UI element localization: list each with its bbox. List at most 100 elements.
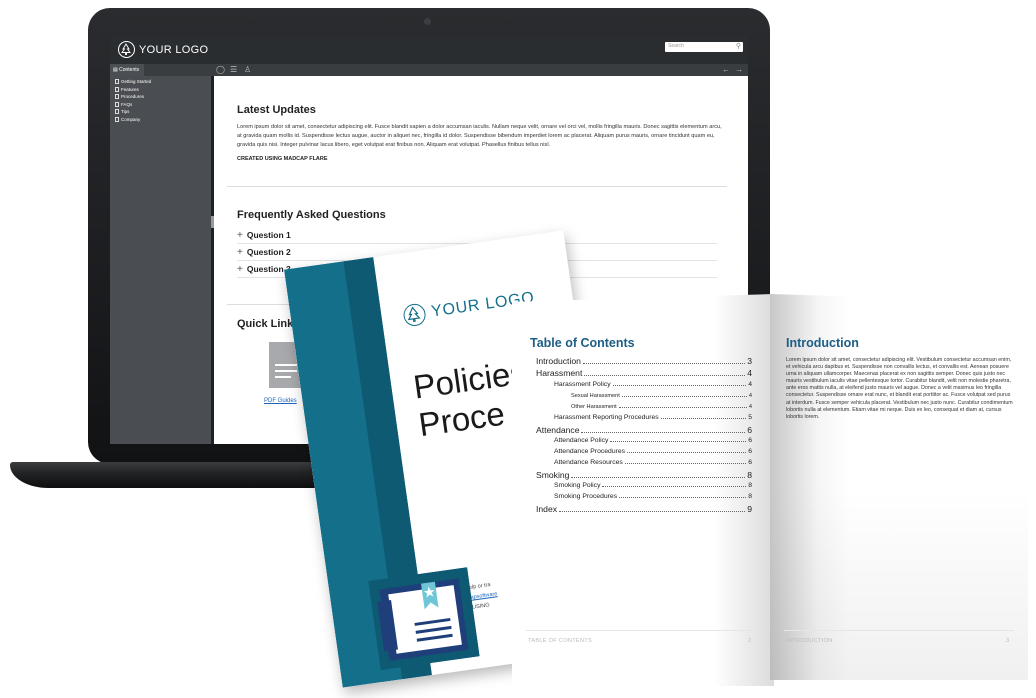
search-input[interactable]: Search ⚲ — [665, 42, 743, 52]
toc-entry-label: Harassment — [536, 368, 583, 378]
toc-entry-label: Attendance — [536, 425, 580, 435]
created-label: CREATED USING MADCAP FLARE — [237, 156, 328, 162]
toc-entry-label: Other Harassment — [571, 404, 617, 410]
toc-entry-label: Introduction — [536, 356, 581, 366]
tab-contents[interactable]: ▤ Contents — [110, 64, 144, 76]
toc-entry-page: 9 — [747, 504, 752, 514]
toc-leader — [571, 477, 746, 478]
document-icon — [115, 86, 119, 92]
plus-icon: + — [237, 263, 243, 275]
toc-entry-page: 8 — [747, 470, 752, 480]
sidebar-item-label: Getting Started — [121, 79, 152, 85]
toc-leader — [610, 441, 747, 442]
toc-entry: Index 9 — [536, 504, 752, 514]
search-placeholder: Search — [668, 43, 684, 49]
camera — [424, 18, 431, 25]
toolbar: ▤ Contents ◯ ☰ ♙ ← → — [110, 64, 748, 76]
faq-title: Frequently Asked Questions — [237, 209, 386, 221]
sidebar-item-label: Tips — [121, 109, 130, 115]
search-icon[interactable]: ⚲ — [736, 42, 741, 50]
toc-leader — [581, 432, 746, 433]
toc-entry: Other Harassment 4 — [571, 404, 752, 410]
toc-entry-label: Attendance Policy — [554, 437, 609, 444]
tree-logo-icon — [118, 41, 135, 58]
toc-entry-page: 6 — [748, 448, 752, 455]
toc-entry: Attendance Policy 6 — [554, 437, 752, 444]
toc-entry: Attendance 6 — [536, 425, 752, 435]
page-footer-label: TABLE OF CONTENTS — [528, 638, 593, 644]
tree-logo-icon — [402, 302, 428, 328]
book-page-right: Introduction Lorem ipsum dolor sit amet,… — [770, 294, 1028, 680]
toc-entry: Smoking 8 — [536, 470, 752, 480]
toc-leader — [660, 418, 747, 419]
sidebar-item-tips[interactable]: Tips — [110, 108, 211, 116]
toc-entry-page: 5 — [748, 414, 752, 421]
toc-entry-page: 4 — [748, 381, 752, 388]
pdf-guides-link[interactable]: PDF Guides — [264, 398, 297, 404]
faq-item-label: Question 2 — [246, 247, 291, 257]
document-icon — [115, 109, 119, 115]
toc-entry: Harassment 4 — [536, 368, 752, 378]
sidebar-item-features[interactable]: Features — [110, 86, 211, 94]
toc-entry-page: 3 — [747, 356, 752, 366]
toc-entry-page: 6 — [748, 437, 752, 444]
latest-updates-text: Lorem ipsum dolor sit amet, consectetur … — [237, 124, 722, 148]
toc-leader — [584, 375, 746, 376]
toc-entry-label: Attendance Procedures — [554, 448, 626, 455]
intro-title: Introduction — [786, 336, 859, 350]
toc-leader — [621, 396, 747, 397]
back-arrow-icon[interactable]: ← — [722, 65, 730, 74]
toc-entry: Attendance Resources 6 — [554, 459, 752, 466]
toc-entry-page: 8 — [748, 493, 752, 500]
page-fade — [770, 294, 1028, 680]
toc-leader — [582, 363, 746, 364]
document-icon — [115, 94, 119, 100]
toc-leader — [612, 385, 747, 386]
sidebar-item-label: Company — [121, 116, 141, 122]
sidebar-item-faqs[interactable]: FAQs — [110, 101, 211, 109]
logo-text: YOUR LOGO — [139, 43, 209, 56]
toc-entry-label: Index — [536, 504, 558, 514]
plus-icon: + — [237, 229, 243, 241]
sidebar-list: Getting Started Features Procedures FAQs… — [110, 76, 211, 123]
sidebar-item-label: Features — [121, 86, 139, 92]
toc-entry-label: Attendance Resources — [554, 459, 623, 466]
toc-entry: Sexual Harassment 4 — [571, 393, 752, 399]
document-icon — [115, 116, 119, 122]
toc-entry: Harassment Policy 4 — [554, 381, 752, 388]
user-icon[interactable]: ♙ — [244, 65, 251, 74]
faq-item-label: Question 1 — [246, 230, 291, 240]
site-logo[interactable]: YOUR LOGO — [118, 41, 208, 58]
toc-entry-label: Sexual Harassment — [571, 393, 620, 399]
toc-leader — [618, 407, 747, 408]
sidebar-item-label: FAQs — [121, 101, 133, 107]
list-icon[interactable]: ☰ — [230, 65, 237, 74]
forward-arrow-icon[interactable]: → — [735, 65, 743, 74]
globe-icon[interactable]: ◯ — [216, 65, 225, 74]
toc-leader — [559, 511, 746, 512]
quick-links-title: Quick Links — [237, 318, 300, 330]
toc-entry-page: 6 — [747, 425, 752, 435]
sidebar-item-company[interactable]: Company — [110, 116, 211, 124]
toc-leader — [619, 497, 747, 498]
toc-entry-page: 6 — [748, 459, 752, 466]
sidebar: Getting Started Features Procedures FAQs… — [110, 76, 211, 444]
site-header: YOUR LOGO Search ⚲ — [110, 36, 748, 64]
toc-entry: Smoking Policy 8 — [554, 482, 752, 489]
page-footer-line — [526, 630, 756, 631]
sidebar-item-getting-started[interactable]: Getting Started — [110, 78, 211, 86]
toc-leader — [627, 452, 747, 453]
toc-leader — [624, 463, 747, 464]
sidebar-item-procedures[interactable]: Procedures — [110, 93, 211, 101]
section-divider — [227, 186, 727, 187]
toc-entry: Introduction 3 — [536, 356, 752, 366]
book-bookmark-icon — [368, 567, 480, 671]
toc-entry-page: 4 — [748, 404, 752, 410]
toc-entry-page: 4 — [748, 393, 752, 399]
plus-icon: + — [237, 246, 243, 258]
toc-leader — [602, 486, 747, 487]
toc-entry-page: 4 — [747, 368, 752, 378]
toc-entry-label: Smoking Procedures — [554, 493, 618, 500]
contents-icon: ▤ — [113, 67, 118, 73]
toc-title: Table of Contents — [530, 336, 635, 350]
